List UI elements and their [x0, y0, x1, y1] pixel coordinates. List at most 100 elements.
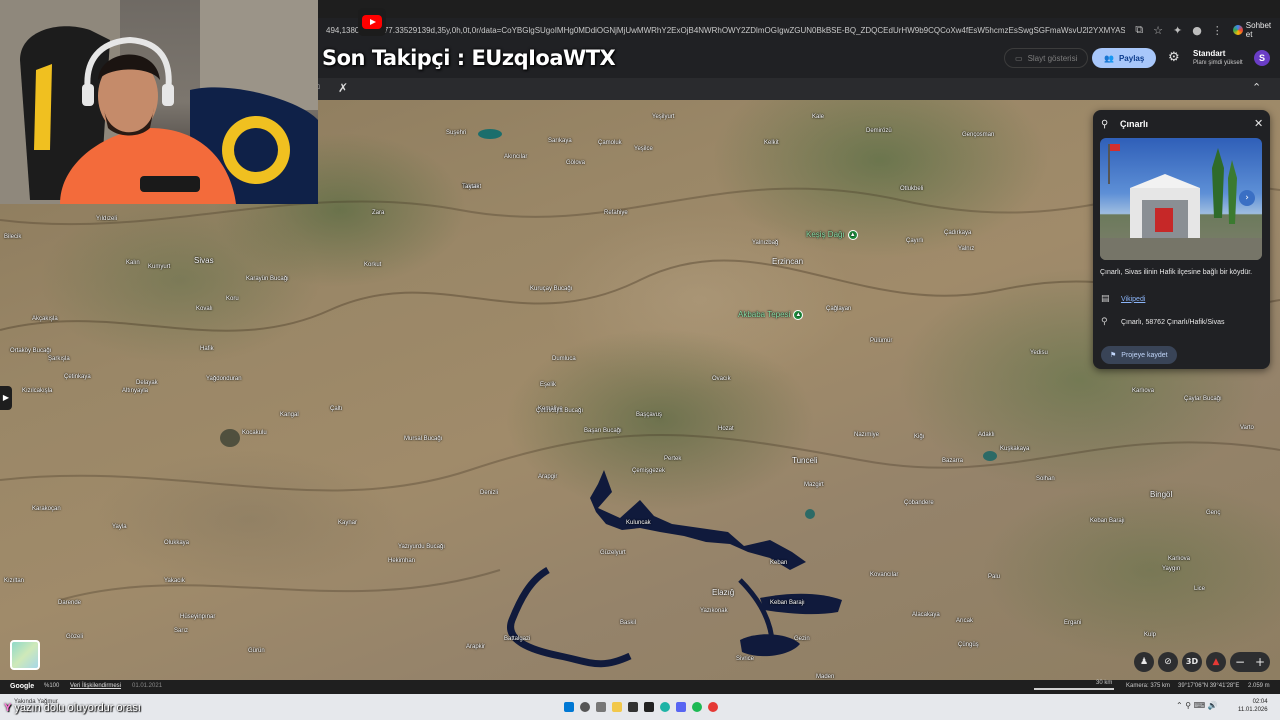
- place-label[interactable]: Delayak: [136, 380, 158, 386]
- place-label[interactable]: Solhan: [1036, 476, 1055, 482]
- poi-label[interactable]: Keşiş Dağı ▲: [806, 230, 858, 240]
- chrome-icon[interactable]: [708, 702, 718, 712]
- place-label[interactable]: Alacakaya: [912, 612, 940, 618]
- extensions-icon[interactable]: ✦: [1173, 24, 1182, 37]
- place-label[interactable]: Adaklı: [978, 432, 995, 438]
- place-label[interactable]: Zara: [372, 210, 384, 216]
- measure-tool-icon[interactable]: ✗: [338, 81, 348, 95]
- place-label[interactable]: Keban Barajı: [770, 600, 805, 606]
- place-label[interactable]: Kaynar: [338, 520, 357, 526]
- place-label[interactable]: Karlıova: [1132, 388, 1154, 394]
- place-label[interactable]: Tunceli: [792, 456, 818, 465]
- place-label[interactable]: Altınyayla: [122, 388, 148, 394]
- place-label[interactable]: Ovacık: [712, 376, 731, 382]
- place-label[interactable]: Hafik: [200, 346, 214, 352]
- place-label[interactable]: Kumyurt: [148, 264, 170, 270]
- place-label[interactable]: Arapgir: [538, 474, 557, 480]
- slideshow-button[interactable]: ▭ Slayt gösterisi: [1004, 48, 1089, 68]
- place-label[interactable]: Yalnız: [958, 246, 974, 252]
- map-style-thumbnail[interactable]: [10, 640, 40, 670]
- place-label[interactable]: Darende: [58, 600, 81, 606]
- place-label[interactable]: Kuluncak: [626, 520, 651, 526]
- wikipedia-link[interactable]: Vikipedi: [1121, 296, 1145, 303]
- data-attribution-link[interactable]: Veri İlişkilendirmesi: [70, 683, 121, 689]
- place-label[interactable]: Otlukbeli: [900, 186, 923, 192]
- place-label[interactable]: Yalnızbağ: [752, 240, 778, 246]
- zoom-in-button[interactable]: +: [1250, 652, 1270, 672]
- place-label[interactable]: Şarkışla: [48, 356, 70, 362]
- place-label[interactable]: Yeşilyurt: [652, 114, 674, 120]
- place-label[interactable]: Karlıova: [1168, 556, 1190, 562]
- place-label[interactable]: Mursal Bucağı: [404, 436, 442, 442]
- place-label[interactable]: Arıcak: [956, 618, 973, 624]
- place-label[interactable]: Yakacık: [164, 578, 185, 584]
- place-label[interactable]: Gürün: [248, 648, 265, 654]
- place-label[interactable]: Lice: [1194, 586, 1205, 592]
- next-photo-button[interactable]: ›: [1239, 190, 1255, 206]
- place-label[interactable]: Çaltı: [330, 406, 342, 412]
- place-label[interactable]: Kemaliye: [538, 406, 563, 412]
- search-icon[interactable]: [580, 702, 590, 712]
- place-label[interactable]: Pertek: [664, 456, 681, 462]
- app-icon[interactable]: [644, 702, 654, 712]
- place-label[interactable]: Suşehri: [446, 130, 466, 136]
- place-label[interactable]: Ortaköy Bucağı: [10, 348, 51, 354]
- place-label[interactable]: Palu: [988, 574, 1000, 580]
- place-label[interactable]: Hozat: [718, 426, 734, 432]
- place-label[interactable]: Yazıkonak: [700, 608, 728, 614]
- place-label[interactable]: Keban Barajı: [1090, 518, 1125, 524]
- side-panel-toggle[interactable]: ▶: [0, 386, 12, 410]
- bookmark-star-icon[interactable]: ☆: [1153, 24, 1163, 37]
- place-label[interactable]: Korkut: [364, 262, 381, 268]
- place-label[interactable]: Yeşilce: [634, 146, 653, 152]
- place-label[interactable]: Hüseyinpınar: [180, 614, 215, 620]
- place-label[interactable]: Karakoçan: [32, 506, 61, 512]
- menu-icon[interactable]: ⋮: [1212, 24, 1223, 37]
- edge-icon[interactable]: [660, 702, 670, 712]
- toggle-3d-button[interactable]: 3D: [1182, 652, 1202, 672]
- place-label[interactable]: Yazıyurdu Bucağı: [398, 544, 445, 550]
- chat-button[interactable]: Sohbet et: [1232, 21, 1280, 39]
- place-label[interactable]: Kocakulu: [242, 430, 267, 436]
- close-icon[interactable]: ✕: [1254, 117, 1263, 130]
- place-label[interactable]: Elazığ: [712, 588, 734, 597]
- place-label[interactable]: Akçakışla: [32, 316, 58, 322]
- place-label[interactable]: Nazımiye: [854, 432, 879, 438]
- place-label[interactable]: Sarıkaya: [548, 138, 572, 144]
- place-label[interactable]: Genç: [1206, 510, 1220, 516]
- place-label[interactable]: Başarı Bucağı: [584, 428, 622, 434]
- gear-icon[interactable]: ⚙: [1168, 50, 1180, 65]
- place-label[interactable]: Gezin: [794, 636, 810, 642]
- place-label[interactable]: Demirözü: [866, 128, 892, 134]
- place-label[interactable]: Kızıltan: [4, 578, 24, 584]
- place-label[interactable]: Kelkit: [764, 140, 779, 146]
- clock[interactable]: 02:04 11.01.2026: [1238, 698, 1268, 714]
- file-explorer-icon[interactable]: [612, 702, 622, 712]
- place-label[interactable]: Yıldızeli: [96, 216, 117, 222]
- place-label[interactable]: Çadırkaya: [944, 230, 971, 236]
- place-label[interactable]: Kovancılar: [870, 572, 898, 578]
- place-label[interactable]: Refahiye: [604, 210, 628, 216]
- place-label[interactable]: Kuruçay Bucağı: [530, 286, 572, 292]
- place-label[interactable]: Çayırlı: [906, 238, 923, 244]
- plan-info[interactable]: Standart Planı şimdi yükselt: [1193, 49, 1243, 66]
- place-label[interactable]: Erzincan: [772, 257, 803, 266]
- place-label[interactable]: Çaylar Bucağı: [1184, 396, 1222, 402]
- place-label[interactable]: Kızılcakışla: [22, 388, 52, 394]
- place-label[interactable]: Karayün Bucağı: [246, 276, 289, 282]
- copy-icon[interactable]: ⧉: [1135, 23, 1143, 37]
- place-label[interactable]: Kulp: [1144, 632, 1156, 638]
- place-label[interactable]: Koru: [226, 296, 239, 302]
- start-icon[interactable]: [564, 702, 574, 712]
- place-label[interactable]: Sivrice: [736, 656, 754, 662]
- place-label[interactable]: Baskil: [620, 620, 636, 626]
- place-label[interactable]: Taktak: [462, 184, 479, 190]
- place-label[interactable]: Kalın: [126, 260, 140, 266]
- place-label[interactable]: Kovalı: [196, 306, 213, 312]
- zoom-out-button[interactable]: −: [1230, 652, 1250, 672]
- place-label[interactable]: Ergani: [1064, 620, 1081, 626]
- place-label[interactable]: Eşelik: [540, 382, 556, 388]
- place-label[interactable]: Dumluca: [552, 356, 576, 362]
- compass-icon[interactable]: ▲: [1206, 652, 1226, 672]
- place-label[interactable]: Kangal: [280, 412, 299, 418]
